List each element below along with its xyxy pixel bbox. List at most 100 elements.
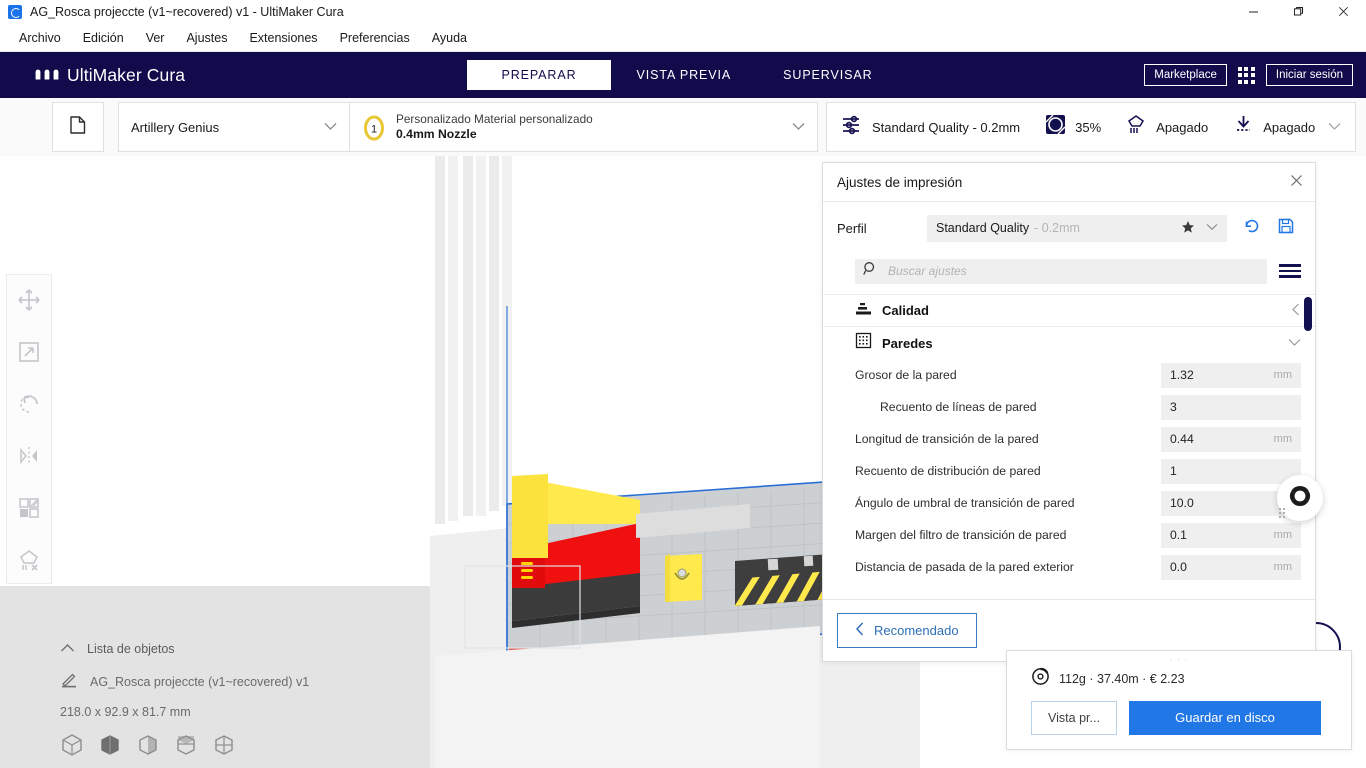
setting-value-field[interactable]: 1.32 mm <box>1161 362 1301 388</box>
menu-extensiones[interactable]: Extensiones <box>238 27 328 49</box>
cura-app-icon <box>8 4 22 19</box>
setting-value: 0.44 <box>1170 432 1194 446</box>
setting-row[interactable]: Recuento de distribución de pared 1 <box>823 455 1315 487</box>
panel-drag-handle[interactable]: · · · <box>1170 654 1189 664</box>
menu-ver[interactable]: Ver <box>135 27 176 49</box>
setting-label: Distancia de pasada de la pared exterior <box>855 560 1074 574</box>
menu-archivo[interactable]: Archivo <box>8 27 72 49</box>
action-buttons: Vista pr... Guardar en disco <box>1031 701 1327 735</box>
rotate-tool[interactable] <box>14 391 44 421</box>
setting-value-field[interactable]: 0.44 mm <box>1161 426 1301 452</box>
header-right-actions: Marketplace Iniciar sesión <box>1144 64 1353 86</box>
recommended-mode-button[interactable]: Recomendado <box>837 613 977 648</box>
setting-row[interactable]: Longitud de transición de la pared 0.44 … <box>823 423 1315 455</box>
adhesion-icon <box>1233 114 1254 140</box>
menu-ayuda[interactable]: Ayuda <box>421 27 478 49</box>
per-model-settings-tool[interactable] <box>14 495 44 525</box>
profile-selector[interactable]: Standard Quality - 0.2mm <box>927 214 1227 242</box>
solid-view-icon[interactable] <box>60 733 84 762</box>
open-file-button[interactable] <box>52 102 104 152</box>
star-icon[interactable] <box>1181 220 1195 237</box>
object-list-header[interactable]: Lista de objetos <box>60 640 390 658</box>
setting-row[interactable]: Distancia de pasada de la pared exterior… <box>823 551 1315 583</box>
tab-vista-previa[interactable]: VISTA PREVIA <box>611 60 758 90</box>
settings-scroll-area[interactable]: Calidad Paredes Grosor de la pared 1.32 … <box>823 294 1315 599</box>
xray-view-icon[interactable] <box>98 733 122 762</box>
quality-icon <box>855 300 872 322</box>
menu-preferencias[interactable]: Preferencias <box>329 27 421 49</box>
marketplace-button[interactable]: Marketplace <box>1144 64 1227 86</box>
settings-scrollbar[interactable] <box>1304 297 1312 331</box>
list-item[interactable]: AG_Rosca projeccte (v1~recovered) v1 <box>60 670 390 693</box>
menu-ajustes[interactable]: Ajustes <box>175 27 238 49</box>
printer-selector[interactable]: Artillery Genius <box>118 102 350 152</box>
minimize-button[interactable] <box>1231 0 1276 24</box>
mirror-tool[interactable] <box>14 443 44 473</box>
window-title: AG_Rosca projeccte (v1~recovered) v1 - U… <box>30 4 344 19</box>
chevron-down-icon <box>324 120 337 134</box>
setting-value-field[interactable]: 3 <box>1161 394 1301 420</box>
chevron-down-icon <box>1288 336 1301 350</box>
app-switcher-icon[interactable] <box>1237 66 1255 84</box>
setting-unit: mm <box>1273 529 1292 541</box>
category-paredes[interactable]: Paredes <box>823 327 1315 359</box>
profile-row: Perfil Standard Quality - 0.2mm <box>823 202 1315 254</box>
support-blocker-tool[interactable] <box>14 547 44 577</box>
walls-icon <box>855 332 872 354</box>
save-to-disk-button[interactable]: Guardar en disco <box>1129 701 1321 735</box>
chevron-up-icon <box>60 640 75 658</box>
window-controls <box>1231 0 1366 24</box>
print-setup-selector[interactable]: Standard Quality - 0.2mm 35% Apagado Apa… <box>826 102 1356 152</box>
setting-row[interactable]: Grosor de la pared 1.32 mm <box>823 359 1315 391</box>
profile-layer-height: - 0.2mm <box>1034 221 1080 235</box>
save-profile-icon[interactable] <box>1277 217 1295 240</box>
chevron-down-icon[interactable] <box>1206 222 1218 234</box>
scale-tool[interactable] <box>14 339 44 369</box>
setting-row[interactable]: Ángulo de umbral de transición de pared … <box>823 487 1315 519</box>
menu-edicion[interactable]: Edición <box>72 27 135 49</box>
category-calidad[interactable]: Calidad <box>823 295 1315 327</box>
setting-value-field[interactable]: 0.1 mm <box>1161 522 1301 548</box>
close-button[interactable] <box>1321 0 1366 24</box>
settings-visibility-icon[interactable] <box>1277 262 1303 280</box>
infill-icon <box>1045 114 1066 140</box>
compat-view-icon[interactable] <box>212 733 236 762</box>
material-selector[interactable]: 1 Personalizado Material personalizado 0… <box>350 102 818 152</box>
layer-view-icon[interactable] <box>136 733 160 762</box>
tab-preparar[interactable]: PREPARAR <box>467 60 611 90</box>
preview-button[interactable]: Vista pr... <box>1031 701 1117 735</box>
sign-in-button[interactable]: Iniciar sesión <box>1265 64 1353 86</box>
print-settings-panel: Ajustes de impresión Perfil Standard Qua… <box>822 162 1316 662</box>
search-icon <box>863 261 878 281</box>
tab-supervisar[interactable]: SUPERVISAR <box>757 60 898 90</box>
setting-label: Recuento de líneas de pared <box>880 400 1037 414</box>
setting-value-field[interactable]: 1 <box>1161 458 1301 484</box>
search-input[interactable] <box>888 264 1259 278</box>
setting-value: 0.1 <box>1170 528 1187 542</box>
setting-unit: mm <box>1273 369 1292 381</box>
model-tools-toolbar <box>6 274 52 584</box>
setting-value-field[interactable]: 0.0 mm <box>1161 554 1301 580</box>
shell-view-icon[interactable] <box>174 733 198 762</box>
setting-label: Grosor de la pared <box>855 368 957 382</box>
maximize-button[interactable] <box>1276 0 1321 24</box>
close-icon[interactable] <box>1290 174 1303 190</box>
move-tool[interactable] <box>14 287 44 317</box>
object-dimensions: 218.0 x 92.9 x 81.7 mm <box>60 705 191 719</box>
mirror-icon <box>17 444 41 473</box>
chevron-left-icon <box>855 622 865 639</box>
folder-open-icon <box>67 114 89 141</box>
search-box[interactable] <box>855 258 1267 284</box>
setting-row[interactable]: Recuento de líneas de pared 3 <box>823 391 1315 423</box>
extruder-1-icon: 1 <box>362 114 386 141</box>
sliders-icon <box>841 114 863 141</box>
setting-label: Ángulo de umbral de transición de pared <box>855 496 1075 510</box>
view-mode-buttons <box>60 733 390 762</box>
reset-profile-icon[interactable] <box>1243 217 1261 240</box>
move-icon <box>17 288 41 317</box>
setting-value: 10.0 <box>1170 496 1194 510</box>
setting-row[interactable]: Margen del filtro de transición de pared… <box>823 519 1315 551</box>
category-name: Paredes <box>882 335 933 351</box>
assistant-drag-handle[interactable] <box>1279 508 1285 518</box>
cura-header: UltiMaker Cura PREPARAR VISTA PREVIA SUP… <box>0 52 1366 98</box>
